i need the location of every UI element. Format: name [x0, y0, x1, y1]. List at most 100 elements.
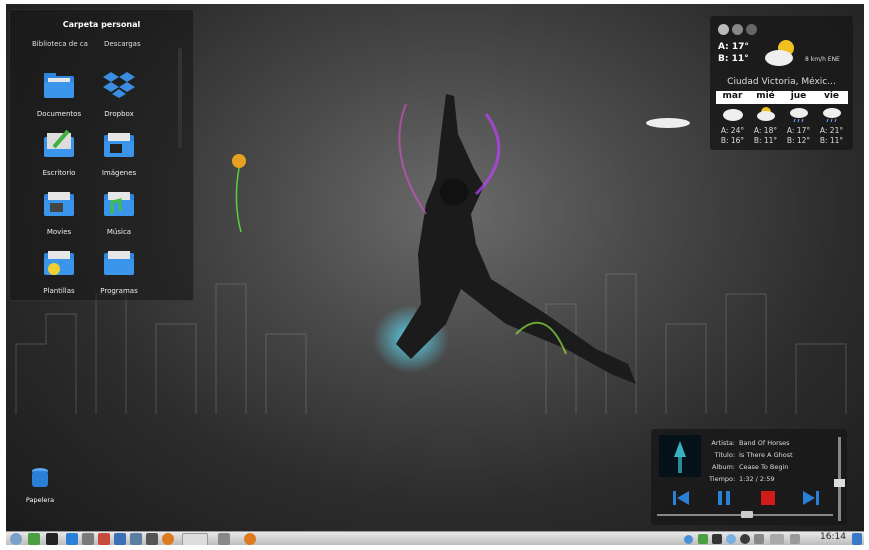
- desktop-icon[interactable]: [28, 533, 40, 545]
- virtualbox-icon[interactable]: [130, 533, 142, 545]
- forecast-high: A: 17°: [786, 126, 811, 135]
- player-time: 1:32 / 2:59: [739, 475, 775, 483]
- tray-arrow-icon[interactable]: [790, 534, 800, 544]
- speaker-icon[interactable]: [218, 533, 230, 545]
- firefox-task-icon[interactable]: [244, 533, 256, 545]
- forecast-low: B: 11°: [753, 136, 778, 145]
- trash-icon: [32, 468, 48, 487]
- seek-slider-handle[interactable]: [740, 511, 753, 518]
- package-manager-icon[interactable]: [114, 533, 126, 545]
- forecast-high: A: 18°: [753, 126, 778, 135]
- network-tray-icon[interactable]: [698, 534, 708, 544]
- player-title-row: Título: Is There A Ghost: [709, 451, 793, 459]
- terminal-icon[interactable]: [46, 533, 58, 545]
- folder-view-scrollbar[interactable]: [178, 48, 182, 148]
- volume-tray-icon[interactable]: [770, 534, 784, 544]
- weather-wind: 8 km/h ENE: [805, 56, 840, 63]
- weather-day: jue: [790, 91, 807, 101]
- forecast-high: A: 24°: [720, 126, 745, 135]
- rain-icon: [822, 108, 841, 123]
- volume-slider-handle[interactable]: [834, 479, 845, 488]
- weather-forecast-day: A: 17° B: 12°: [782, 106, 815, 146]
- weather-day: mar: [722, 91, 743, 101]
- folder-item-imagenes[interactable]: Imágenes: [84, 127, 154, 177]
- dropbox-icon: [103, 72, 135, 98]
- weather-nav-dot[interactable]: [718, 24, 729, 35]
- player-album-label: Album:: [711, 463, 735, 471]
- wallpaper-dancer: [373, 94, 636, 384]
- weather-nav-dot[interactable]: [732, 24, 743, 35]
- stop-button[interactable]: [758, 488, 778, 508]
- folder-item-musica[interactable]: Música: [84, 186, 154, 236]
- folder-view-widget[interactable]: Carpeta personal Biblioteca de ca Descar…: [9, 9, 194, 301]
- folder-view-title: Carpeta personal: [62, 20, 141, 29]
- player-artist-row: Artista: Band Of Horses: [709, 439, 790, 447]
- folder-movies-icon: [44, 192, 74, 216]
- folder-music-icon: [104, 192, 134, 216]
- pager-icon[interactable]: [182, 533, 208, 545]
- folder-item-label: Programas: [100, 287, 138, 295]
- firefox-icon[interactable]: [162, 533, 174, 545]
- player-time-row: Tiempo: 1:32 / 2:59: [709, 475, 775, 483]
- previous-track-button[interactable]: [671, 488, 691, 508]
- forecast-low: B: 16°: [720, 136, 745, 145]
- weather-day: mié: [756, 91, 775, 101]
- weather-widget[interactable]: A: 17° B: 11° 8 km/h ENE Ciudad Victoria…: [710, 16, 853, 150]
- clock[interactable]: 16:14: [820, 532, 846, 542]
- player-artist-label: Artista:: [711, 439, 735, 447]
- folder-documents-icon: [44, 73, 74, 98]
- wallpaper-balloon: [232, 154, 246, 233]
- folder-item-label: Imágenes: [101, 169, 137, 177]
- forecast-high: A: 21°: [819, 126, 844, 135]
- trash-desktop-icon[interactable]: Papelera: [20, 467, 60, 504]
- folder-item-dropbox[interactable]: Dropbox: [84, 68, 154, 118]
- forecast-low: B: 12°: [786, 136, 811, 145]
- update-tray-icon[interactable]: [726, 534, 736, 544]
- application-launcher-icon[interactable]: [10, 533, 22, 545]
- weather-day: vie: [823, 91, 840, 101]
- folder-item-label: Dropbox: [104, 110, 134, 118]
- player-title-label: Título:: [714, 451, 735, 459]
- rain-icon: [789, 108, 808, 123]
- album-cover: [659, 435, 701, 477]
- info-tray-icon[interactable]: [684, 535, 693, 544]
- weather-forecast-day: A: 24° B: 16°: [716, 106, 749, 146]
- battery-tray-icon[interactable]: [712, 534, 722, 544]
- folder-images-icon: [104, 133, 134, 157]
- player-album: Cease To Begin: [739, 463, 789, 471]
- chat-icon[interactable]: [146, 533, 158, 545]
- pause-button[interactable]: [714, 488, 734, 508]
- check-tray-icon[interactable]: [740, 534, 750, 544]
- weather-city: Ciudad Victoria, Méxic...: [727, 77, 836, 87]
- taskbar: 16:14: [6, 531, 864, 545]
- partly-cloudy-icon: [756, 107, 775, 121]
- weather-nav-dot[interactable]: [746, 24, 757, 35]
- folder-item-library[interactable]: Biblioteca de ca: [32, 40, 88, 48]
- notifications-icon[interactable]: [852, 533, 862, 545]
- folder-programs-icon: [104, 251, 134, 275]
- settings-icon[interactable]: [82, 533, 94, 545]
- player-time-label: Tiempo:: [709, 475, 736, 483]
- folder-item-programas[interactable]: Programas: [84, 245, 154, 295]
- folder-desktop-icon: [44, 129, 74, 157]
- weather-forecast-day: A: 18° B: 11°: [749, 106, 782, 146]
- wallpaper-blimp: [646, 118, 690, 128]
- cloudy-icon: [722, 109, 743, 121]
- dropbox-tray-icon[interactable]: [754, 534, 764, 544]
- folder-item-downloads[interactable]: Descargas: [104, 40, 141, 48]
- dolphin-icon[interactable]: [66, 533, 78, 545]
- next-track-button[interactable]: [801, 488, 821, 508]
- partly-cloudy-icon: [765, 40, 794, 66]
- music-player-widget[interactable]: Artista: Band Of Horses Título: Is There A…: [651, 429, 847, 525]
- package-icon[interactable]: [98, 533, 110, 545]
- folder-templates-icon: [44, 251, 74, 275]
- player-title: Is There A Ghost: [739, 451, 793, 459]
- forecast-low: B: 11°: [819, 136, 844, 145]
- desktop[interactable]: Carpeta personal Biblioteca de ca Descar…: [6, 4, 864, 545]
- weather-current-high: A: 17°: [718, 42, 749, 52]
- weather-forecast-day: A: 21° B: 11°: [815, 106, 848, 146]
- folder-item-label: Música: [106, 228, 132, 236]
- player-artist: Band Of Horses: [739, 439, 790, 447]
- weather-days-header: mar mié jue vie: [716, 91, 848, 104]
- weather-current-low: B: 11°: [718, 54, 749, 64]
